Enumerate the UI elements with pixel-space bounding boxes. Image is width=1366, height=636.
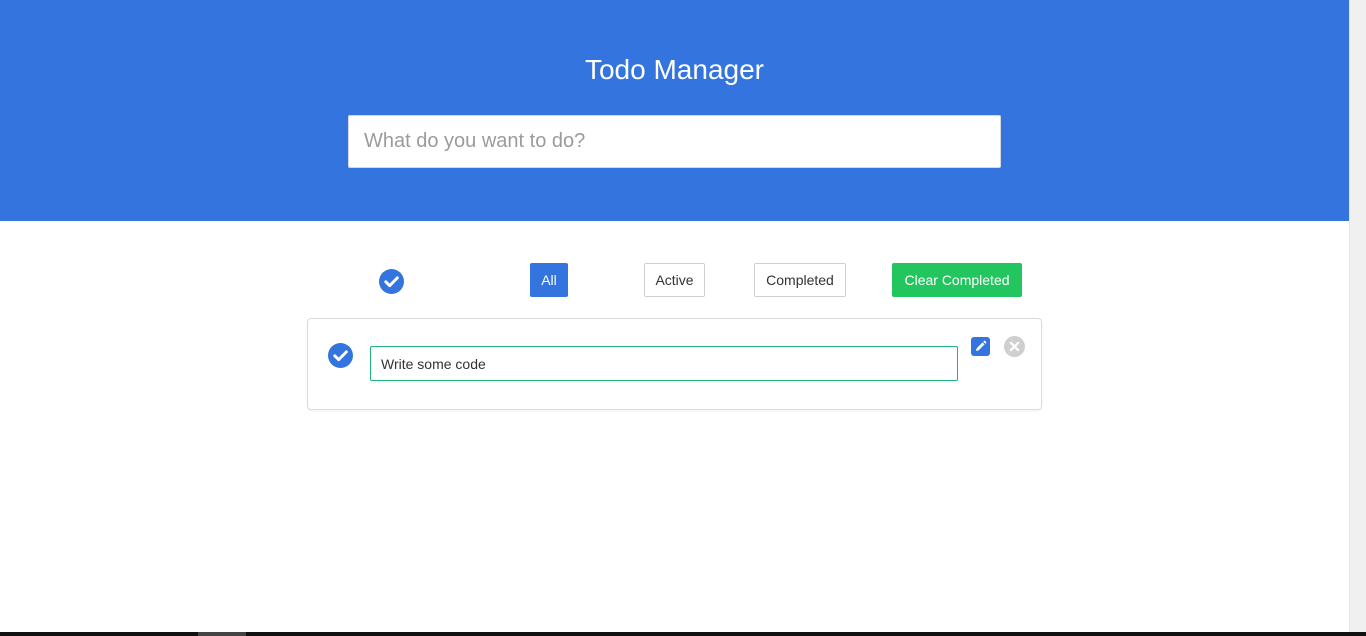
pencil-icon	[976, 340, 987, 351]
edit-todo-button[interactable]	[971, 337, 990, 356]
toggle-all-button[interactable]	[379, 269, 404, 294]
bottom-edge-tab	[198, 632, 246, 636]
app-header: Todo Manager	[0, 0, 1349, 221]
clear-completed-button[interactable]: Clear Completed	[892, 263, 1022, 297]
todo-complete-toggle[interactable]	[328, 343, 353, 368]
filter-completed-button[interactable]: Completed	[754, 263, 846, 297]
page-scrollbar[interactable]	[1349, 0, 1366, 632]
filter-all-button[interactable]: All	[530, 263, 568, 297]
todo-app: Todo Manager All Active Completed Clear …	[0, 0, 1366, 636]
close-circle-icon	[1004, 336, 1025, 357]
page-title: Todo Manager	[584, 54, 764, 85]
delete-todo-button[interactable]	[1004, 336, 1025, 357]
todo-item	[307, 318, 1042, 410]
filter-active-button[interactable]: Active	[644, 263, 705, 297]
new-todo-input[interactable]	[348, 115, 1001, 168]
todo-edit-input[interactable]	[370, 346, 958, 381]
check-circle-icon	[328, 343, 353, 368]
check-circle-icon	[379, 269, 404, 294]
